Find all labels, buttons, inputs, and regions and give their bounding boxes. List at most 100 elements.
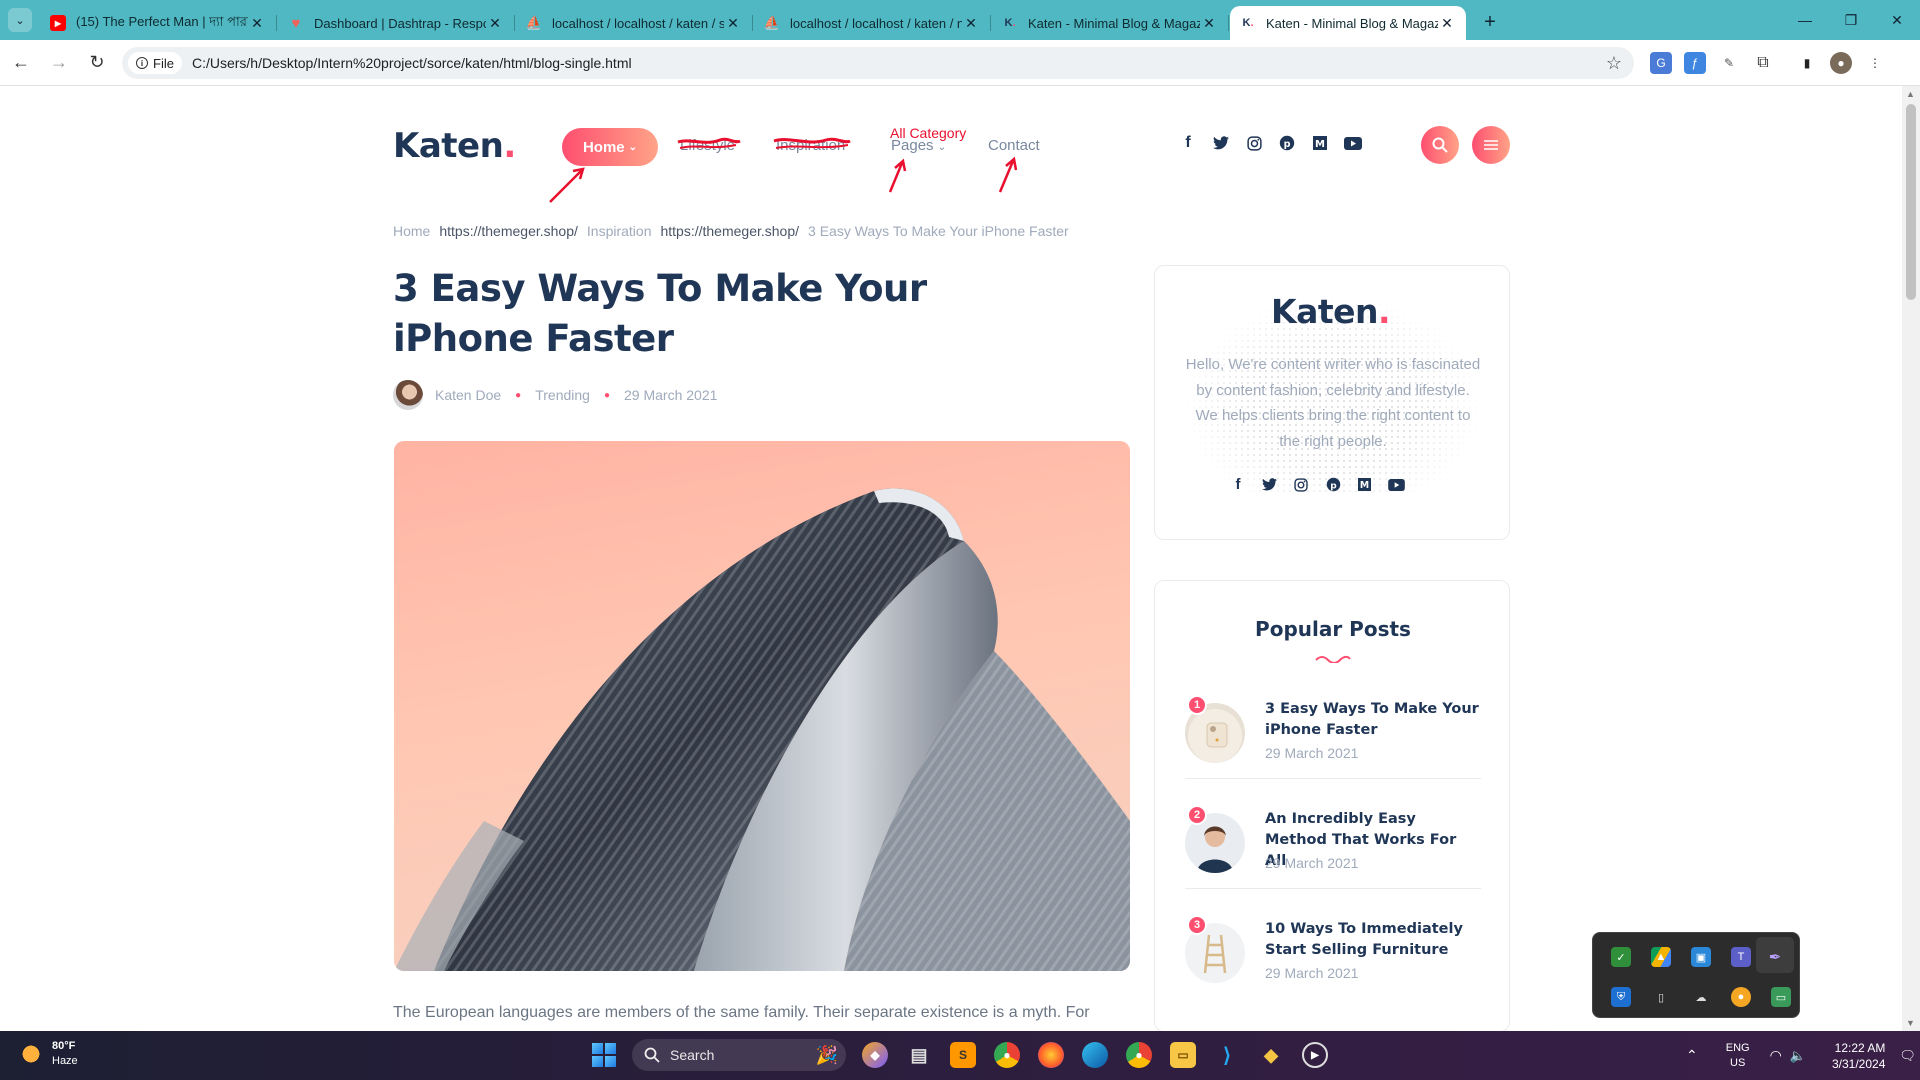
volume-icon[interactable]: 🔈 (1790, 1048, 1806, 1064)
browser-tab-phpmyadmin-1[interactable]: ⛵ localhost / localhost / katen / s ✕ (516, 6, 753, 40)
defender-tray-icon[interactable]: ⛨ (1611, 987, 1631, 1007)
font-extension-icon[interactable]: ƒ (1684, 52, 1706, 74)
close-icon[interactable]: ✕ (248, 15, 266, 32)
sublime-text-icon[interactable]: S (950, 1042, 976, 1068)
tab-search-button[interactable]: ⌄ (8, 8, 32, 32)
facebook-icon[interactable]: f (1180, 134, 1196, 152)
orange-tray-icon[interactable]: ● (1731, 987, 1751, 1007)
medium-icon[interactable]: M (1312, 136, 1328, 150)
minimize-icon[interactable]: — (1782, 0, 1828, 40)
restore-icon[interactable]: ❐ (1828, 0, 1874, 40)
post-category[interactable]: Trending (535, 387, 590, 403)
author-name[interactable]: Katen Doe (435, 387, 501, 403)
start-button[interactable] (592, 1043, 616, 1067)
breadcrumb-inspiration[interactable]: Inspiration (587, 223, 652, 239)
new-tab-button[interactable]: + (1476, 8, 1504, 36)
browser-tab-katen-active[interactable]: K. Katen - Minimal Blog & Magazi ✕ (1230, 6, 1466, 40)
widget-logo[interactable]: Katen. (1271, 292, 1391, 331)
teams-tray-icon[interactable]: T (1731, 947, 1751, 967)
back-button[interactable]: ← (4, 46, 38, 80)
translate-extension-icon[interactable]: G (1650, 52, 1672, 74)
media-player-icon[interactable]: ▶ (1302, 1042, 1328, 1068)
close-icon[interactable]: ✕ (486, 15, 504, 32)
scrollbar-thumb[interactable] (1906, 104, 1916, 300)
address-bar[interactable]: i File C:/Users/h/Desktop/Intern%20proje… (122, 47, 1634, 79)
clock[interactable]: 12:22 AM 3/31/2024 (1832, 1040, 1885, 1072)
task-view-icon[interactable]: ▤ (906, 1042, 932, 1068)
twitter-icon[interactable] (1212, 136, 1230, 150)
nav-contact[interactable]: Contact (988, 137, 1040, 154)
breadcrumb: Home https://themeger.shop/ Inspiration … (393, 223, 1069, 239)
language-indicator[interactable]: ENG US (1726, 1041, 1750, 1071)
browser-tab-dashtrap[interactable]: ♥ Dashboard | Dashtrap - Respons ✕ (278, 6, 515, 40)
pinterest-icon[interactable]: p (1325, 476, 1341, 493)
youtube-icon[interactable] (1344, 136, 1362, 150)
chrome-profile-icon[interactable]: ● (1126, 1042, 1152, 1068)
popular-post-item[interactable]: 1 3 Easy Ways To Make Your iPhone Faster… (1185, 689, 1481, 779)
search-button[interactable] (1421, 126, 1459, 164)
edge-icon[interactable] (1082, 1042, 1108, 1068)
browser-tab-katen-1[interactable]: K. Katen - Minimal Blog & Magazi ✕ (992, 6, 1229, 40)
scroll-up-icon[interactable]: ▲ (1906, 89, 1915, 99)
instagram-icon[interactable] (1246, 135, 1262, 151)
git-icon[interactable]: ◆ (1258, 1042, 1284, 1068)
browser-tab-youtube[interactable]: ▶ (15) The Perfect Man | দ্যা পারফে ✕ (40, 6, 277, 40)
wifi-icon[interactable]: ◠ (1770, 1047, 1782, 1064)
firefox-icon[interactable] (1038, 1042, 1064, 1068)
medium-icon[interactable]: M (1357, 476, 1371, 493)
file-explorer-icon[interactable]: ▭ (1170, 1042, 1196, 1068)
instagram-icon[interactable] (1293, 476, 1309, 493)
pen-extension-icon[interactable]: ✎ (1718, 52, 1740, 74)
popular-post-item[interactable]: 2 An Incredibly Easy Method That Works F… (1185, 799, 1481, 889)
browser-tab-phpmyadmin-2[interactable]: ⛵ localhost / localhost / katen / n ✕ (754, 6, 991, 40)
pinterest-icon[interactable]: p (1278, 135, 1296, 151)
onedrive-off-tray-icon[interactable]: ☁ (1691, 987, 1711, 1007)
forward-button[interactable]: → (42, 46, 76, 80)
app-tray-icon[interactable]: ▣ (1691, 947, 1711, 967)
usb-tray-icon[interactable]: ▯ (1651, 987, 1671, 1007)
menu-kebab-icon[interactable]: ⋮ (1864, 52, 1886, 74)
side-panel-icon[interactable]: ▮ (1796, 52, 1818, 74)
security-tray-icon[interactable]: ✓ (1611, 947, 1631, 967)
popular-post-item[interactable]: 3 10 Ways To Immediately Start Selling F… (1185, 909, 1481, 999)
weather-widget[interactable]: 80°F Haze (18, 1039, 78, 1069)
post-date: 29 March 2021 (1265, 965, 1359, 981)
chevron-up-icon[interactable]: ⌃ (1686, 1047, 1698, 1064)
bookmark-star-icon[interactable]: ☆ (1606, 53, 1622, 74)
author-avatar[interactable] (393, 380, 423, 410)
info-icon: i (136, 57, 148, 69)
url-text[interactable]: C:/Users/h/Desktop/Intern%20project/sorc… (192, 55, 632, 71)
close-icon[interactable]: ✕ (1200, 15, 1218, 32)
reload-button[interactable]: ↻ (80, 46, 114, 80)
scroll-down-icon[interactable]: ▼ (1906, 1018, 1915, 1028)
copilot-icon[interactable]: ◆ (862, 1042, 888, 1068)
close-icon[interactable]: ✕ (1438, 15, 1456, 32)
notifications-icon[interactable]: 🗨 (1899, 1048, 1916, 1064)
nav-home[interactable]: Home ⌄ (562, 128, 658, 166)
vscode-icon[interactable]: ⟩ (1214, 1042, 1240, 1068)
weather-desc: Haze (52, 1055, 78, 1067)
extensions-area: G ƒ ✎ ⧉ ▮ ● ⋮ (1650, 46, 1886, 80)
close-icon[interactable]: ✕ (724, 15, 742, 32)
menu-toggle-button[interactable] (1472, 126, 1510, 164)
breadcrumb-home[interactable]: Home (393, 223, 430, 239)
monitor-tray-icon[interactable]: ▭ (1771, 987, 1791, 1007)
post-title-link[interactable]: 10 Ways To Immediately Start Selling Fur… (1265, 919, 1481, 961)
site-logo[interactable]: Katen. (393, 126, 516, 166)
google-drive-tray-icon[interactable]: ▲ (1651, 947, 1671, 967)
nav-lifestyle[interactable]: Lifestyle (680, 137, 735, 154)
close-window-icon[interactable]: ✕ (1874, 0, 1920, 40)
youtube-icon[interactable] (1387, 476, 1405, 493)
nav-inspiration[interactable]: Inspiration (776, 137, 845, 154)
facebook-icon[interactable]: f (1231, 476, 1245, 493)
puzzle-extensions-icon[interactable]: ⧉ (1752, 52, 1774, 74)
pen-tray-icon[interactable]: ✒ (1765, 947, 1785, 967)
profile-avatar[interactable]: ● (1830, 52, 1852, 74)
chrome-icon[interactable]: ● (994, 1042, 1020, 1068)
post-title-link[interactable]: 3 Easy Ways To Make Your iPhone Faster (1265, 699, 1481, 741)
taskbar-search[interactable]: Search 🎉 (632, 1039, 846, 1071)
site-info-chip[interactable]: i File (128, 52, 182, 74)
page-scrollbar[interactable]: ▲ ▼ (1902, 86, 1920, 1031)
close-icon[interactable]: ✕ (962, 15, 980, 32)
twitter-icon[interactable] (1261, 476, 1277, 493)
